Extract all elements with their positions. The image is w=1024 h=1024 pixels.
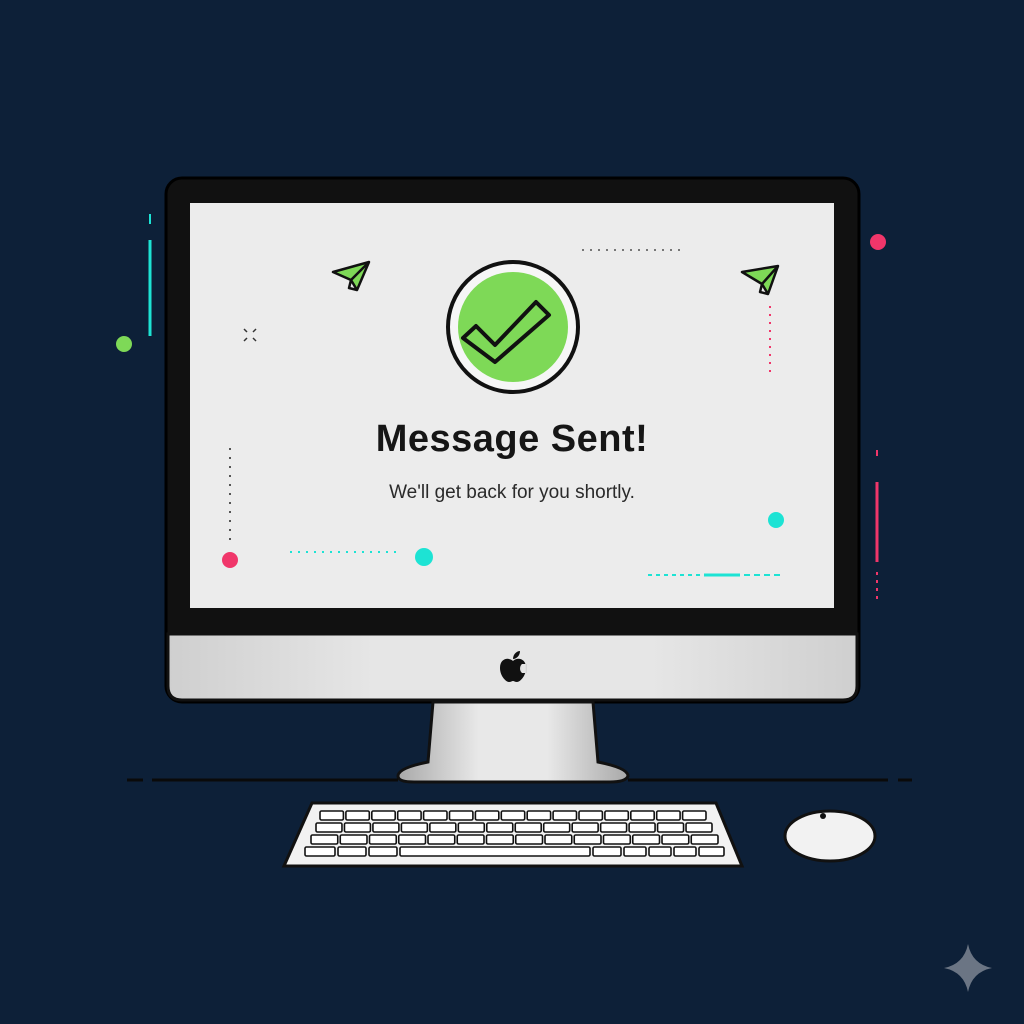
keyboard-key bbox=[456, 834, 485, 845]
keyboard-key bbox=[339, 834, 368, 845]
keyboard-key bbox=[343, 822, 372, 833]
keyboard-key bbox=[368, 846, 398, 857]
scene bbox=[0, 0, 1024, 1024]
keyboard-key bbox=[526, 810, 552, 821]
keyboard-key bbox=[698, 846, 725, 857]
keyboard-key bbox=[427, 834, 456, 845]
mouse bbox=[783, 809, 877, 863]
keyboard-key bbox=[552, 810, 578, 821]
keyboard-key bbox=[372, 822, 400, 833]
keyboard-key bbox=[400, 822, 429, 833]
keyboard-key bbox=[485, 822, 514, 833]
confirmation-message: We'll get back for you shortly. bbox=[389, 482, 635, 503]
keyboard-key bbox=[656, 822, 685, 833]
keyboard-key bbox=[578, 810, 604, 821]
keyboard-key bbox=[310, 834, 339, 845]
keyboard-key bbox=[485, 834, 515, 845]
keyboard-key bbox=[397, 834, 427, 845]
keyboard-key bbox=[544, 834, 573, 845]
monitor-stand bbox=[396, 700, 630, 784]
keyboard-key bbox=[681, 810, 707, 821]
keyboard-key bbox=[629, 810, 655, 821]
keyboard-key bbox=[422, 810, 448, 821]
keyboard-key bbox=[690, 834, 719, 845]
keyboard-key bbox=[457, 822, 486, 833]
keyboard-key bbox=[685, 822, 713, 833]
pink-dot bbox=[870, 234, 886, 250]
check-circle-icon bbox=[446, 260, 580, 394]
keyboard-key bbox=[448, 810, 474, 821]
page-title: Message Sent! bbox=[375, 418, 649, 460]
green-dot bbox=[116, 336, 132, 352]
keyboard-key bbox=[599, 822, 628, 833]
illustration bbox=[116, 176, 992, 992]
keyboard-key bbox=[500, 810, 526, 821]
keyboard-key bbox=[429, 822, 457, 833]
keyboard-key bbox=[319, 810, 345, 821]
keyboard-key bbox=[370, 810, 396, 821]
keyboard-key bbox=[571, 822, 599, 833]
keyboard-key bbox=[304, 846, 336, 857]
keyboard-key bbox=[337, 846, 367, 857]
keyboard-key bbox=[592, 846, 622, 857]
keyboard-key bbox=[661, 834, 690, 845]
keyboard-key bbox=[648, 846, 672, 857]
keyboard bbox=[281, 801, 745, 868]
keyboard-key bbox=[573, 834, 602, 845]
keyboard-key bbox=[514, 834, 544, 845]
keyboard-key bbox=[673, 846, 697, 857]
keyboard-key bbox=[396, 810, 422, 821]
keyboard-key bbox=[315, 822, 343, 833]
keyboard-key bbox=[623, 846, 647, 857]
keyboard-key bbox=[631, 834, 661, 845]
keyboard-key bbox=[474, 810, 500, 821]
keyboard-key bbox=[628, 822, 656, 833]
keyboard-key bbox=[368, 834, 398, 845]
keyboard-key bbox=[399, 846, 591, 857]
keyboard-key bbox=[345, 810, 371, 821]
keyboard-key bbox=[604, 810, 630, 821]
keyboard-key bbox=[602, 834, 632, 845]
keyboard-key bbox=[655, 810, 681, 821]
keyboard-key bbox=[542, 822, 571, 833]
keyboard-key bbox=[514, 822, 543, 833]
sparkle-icon bbox=[944, 944, 992, 992]
